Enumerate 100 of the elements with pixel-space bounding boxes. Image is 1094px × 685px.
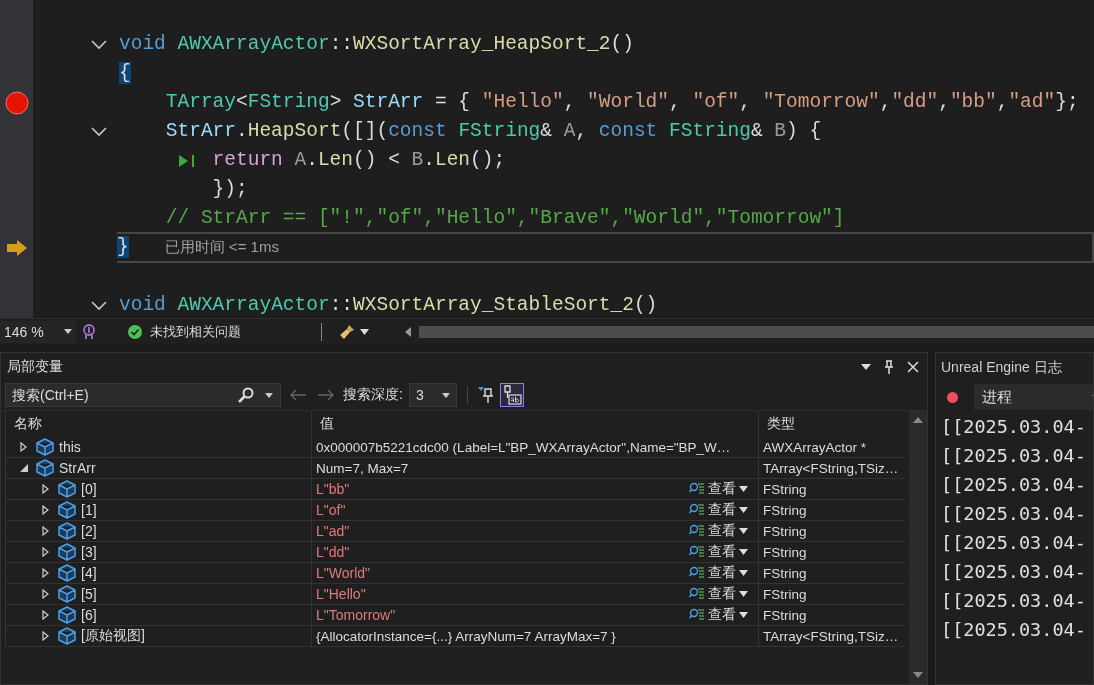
collapsed-triangle-icon[interactable] [42, 505, 50, 515]
visualizer-link[interactable]: 查看 [708, 543, 736, 561]
forward-arrow-icon[interactable] [317, 389, 335, 401]
cube-icon [58, 501, 76, 519]
variable-name: [1] [81, 502, 97, 518]
visualizer-link[interactable]: 查看 [708, 501, 736, 519]
caret-icon[interactable] [739, 486, 748, 492]
variable-value: L"of" [316, 502, 346, 518]
variable-name: StrArr [59, 460, 96, 476]
breakpoint-icon[interactable] [4, 90, 29, 115]
log-line: [[2025.03.04- [941, 444, 1087, 468]
issues-status[interactable]: 未找到相关问题 [150, 322, 241, 341]
dropdown-caret-icon[interactable] [861, 363, 871, 370]
variable-type: FString [763, 586, 807, 602]
visualizer-icon[interactable] [689, 503, 705, 517]
code-line: void AWXArrayActor::WXSortArray_HeapSort_2() [119, 32, 634, 57]
collapsed-triangle-icon[interactable] [42, 484, 50, 494]
visualizer-link[interactable]: 查看 [708, 585, 736, 603]
pin-text-icon [501, 385, 522, 405]
variable-name: [2] [81, 523, 97, 539]
collapsed-triangle-icon[interactable] [20, 442, 28, 452]
visualizer-icon[interactable] [689, 524, 705, 538]
collapsed-triangle-icon[interactable] [42, 547, 50, 557]
brush-icon[interactable] [338, 322, 356, 341]
log-line: [[2025.03.04- [941, 531, 1087, 555]
variable-value: L"dd" [316, 544, 350, 560]
caret-icon [441, 392, 450, 398]
caret-icon [64, 329, 72, 334]
variable-value: L"Hello" [316, 586, 366, 602]
close-icon[interactable] [907, 360, 919, 373]
visualizer-icon[interactable] [689, 545, 705, 559]
visualizer-link[interactable]: 查看 [708, 564, 736, 582]
collapsed-triangle-icon[interactable] [42, 589, 50, 599]
code-line: void AWXArrayActor::WXSortArray_StableSort_2() [119, 293, 658, 318]
code-line: // StrArr == ["!","of","Hello","Brave","World","Tomorrow"] [165, 206, 845, 231]
visualizer-link[interactable]: 查看 [708, 606, 736, 624]
caret-icon[interactable] [360, 328, 369, 335]
visualizer-icon[interactable] [689, 482, 705, 496]
variable-type: FString [763, 607, 807, 623]
caret-icon[interactable] [739, 570, 748, 576]
variable-value: 0x000007b5221cdc00 (Label=L"BP_WXArrayActor",Name="BP_W… [316, 439, 731, 455]
scroll-left-icon[interactable] [405, 326, 411, 337]
variable-name: [0] [81, 481, 97, 497]
cube-icon [58, 480, 76, 498]
filter-pin-icon[interactable] [477, 386, 494, 404]
visualizer-icon[interactable] [689, 608, 705, 622]
pin-icon[interactable] [884, 359, 894, 374]
variable-type: FString [763, 565, 807, 581]
cube-icon [36, 459, 54, 477]
caret-icon[interactable] [739, 612, 748, 618]
variable-name: [原始视图] [81, 627, 145, 645]
search-depth-dropdown[interactable]: 3 [408, 383, 457, 407]
collapse-chevron-icon[interactable] [91, 39, 107, 50]
caret-icon[interactable] [739, 528, 748, 534]
panel-title: 局部变量 [7, 357, 63, 376]
scroll-down-icon[interactable] [913, 672, 923, 678]
variable-value: L"World" [316, 565, 371, 581]
log-line: [[2025.03.04- [941, 415, 1087, 439]
collapsed-triangle-icon[interactable] [42, 610, 50, 620]
visualizer-link[interactable]: 查看 [708, 480, 736, 498]
collapse-chevron-icon[interactable] [91, 126, 107, 137]
search-icon[interactable] [237, 387, 255, 403]
scroll-up-icon[interactable] [913, 417, 923, 423]
back-arrow-icon[interactable] [289, 389, 307, 401]
string-format-toggle[interactable] [499, 383, 524, 407]
visualizer-icon[interactable] [689, 587, 705, 601]
visualizer-link[interactable]: 查看 [708, 522, 736, 540]
caret-icon[interactable] [739, 507, 748, 513]
code-line: return A.Len() < B.Len(); [212, 147, 506, 174]
variable-type: FString [763, 481, 807, 497]
collapsed-triangle-icon[interactable] [42, 568, 50, 578]
variable-type: TArray<FString,TSiz… [763, 460, 899, 476]
check-icon [128, 324, 142, 339]
collapse-chevron-icon[interactable] [91, 300, 107, 311]
collapsed-triangle-icon[interactable] [42, 631, 50, 641]
log-line: [[2025.03.04- [941, 560, 1087, 584]
expanded-triangle-icon[interactable] [20, 464, 28, 472]
vertical-scrollbar[interactable] [909, 411, 927, 684]
caret-icon[interactable] [739, 549, 748, 555]
variable-value: Num=7, Max=7 [316, 460, 409, 476]
caret-icon[interactable] [739, 591, 748, 597]
zoom-dropdown[interactable]: 146 % [0, 320, 76, 343]
log-line: [[2025.03.04- [941, 589, 1087, 613]
horizontal-scrollbar[interactable] [419, 325, 1094, 338]
cube-icon [58, 522, 76, 540]
caret-icon[interactable] [265, 393, 273, 398]
variable-type: FString [763, 523, 807, 539]
collapsed-triangle-icon[interactable] [42, 526, 50, 536]
panel-title: Unreal Engine 日志 [941, 358, 1063, 377]
code-line: StrArr.HeapSort([](const FString& A, const FString& B) { [165, 119, 822, 144]
log-line: [[2025.03.04- [941, 473, 1087, 497]
record-icon[interactable] [947, 391, 958, 403]
visualizer-icon[interactable] [689, 566, 705, 580]
process-dropdown[interactable]: 进程 [974, 384, 1093, 410]
code-line: }); [212, 177, 248, 202]
search-field[interactable]: 搜索(Ctrl+E) [5, 383, 281, 407]
variable-type: FString [763, 502, 807, 518]
variable-name: this [59, 439, 81, 455]
intellicode-icon[interactable] [80, 322, 98, 341]
cube-icon [58, 585, 76, 603]
